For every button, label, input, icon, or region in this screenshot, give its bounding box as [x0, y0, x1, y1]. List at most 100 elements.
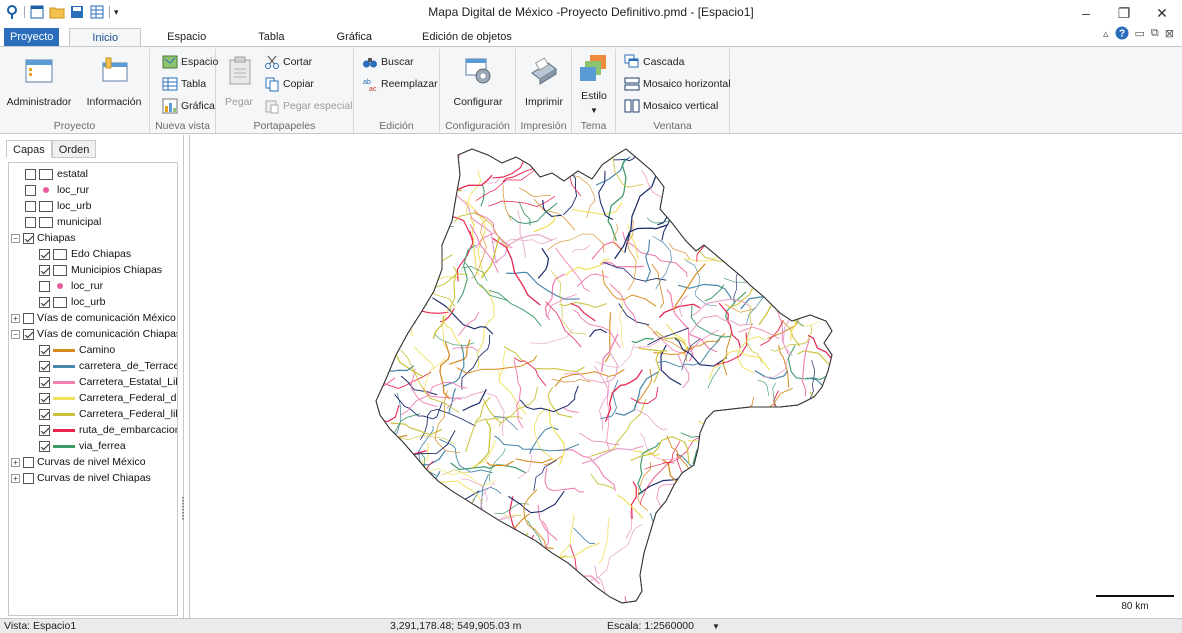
cascada-button[interactable]: Cascada: [624, 53, 684, 71]
road-segment: [819, 181, 832, 209]
road-segment: [432, 496, 450, 532]
expand-icon[interactable]: +: [11, 473, 20, 483]
status-scale[interactable]: Escala: 1:2560000: [607, 620, 694, 632]
layer-row[interactable]: loc_rur: [25, 182, 89, 198]
tab-tabla[interactable]: Tabla: [232, 28, 310, 46]
pegar-especial-button[interactable]: Pegar especial: [264, 97, 352, 115]
cortar-button[interactable]: Cortar: [264, 53, 312, 71]
layer-checkbox[interactable]: [25, 184, 36, 196]
road-segment: [742, 410, 764, 455]
road-segment: [440, 503, 461, 542]
configurar-button[interactable]: Configurar: [446, 55, 510, 108]
layer-checkbox[interactable]: [23, 328, 34, 340]
layer-row[interactable]: via_ferrea: [39, 438, 126, 454]
buscar-button[interactable]: Buscar: [362, 53, 414, 71]
layer-row[interactable]: municipal: [25, 214, 101, 230]
layer-row[interactable]: Carretera_Federal_libre: [39, 406, 177, 422]
layer-checkbox[interactable]: [39, 392, 50, 404]
layer-row[interactable]: loc_urb: [25, 198, 91, 214]
layer-checkbox[interactable]: [39, 296, 50, 308]
mosaico-vertical-button[interactable]: Mosaico vertical: [624, 97, 718, 115]
layer-checkbox[interactable]: [25, 216, 36, 228]
road-segment: [712, 527, 732, 583]
estilo-button[interactable]: Estilo ▼: [576, 53, 612, 115]
tab-espacio[interactable]: Espacio: [141, 28, 232, 46]
expand-icon[interactable]: +: [11, 457, 20, 467]
layer-checkbox[interactable]: [39, 424, 50, 436]
layer-checkbox[interactable]: [39, 440, 50, 452]
layer-row[interactable]: ruta_de_embarcacion-a: [39, 422, 177, 438]
tab-proyecto[interactable]: Proyecto: [4, 28, 60, 46]
layer-row[interactable]: − Chiapas: [11, 230, 76, 246]
nueva-vista-tabla-button[interactable]: Tabla: [162, 75, 206, 93]
polygon-symbol-icon: [53, 296, 67, 308]
tab-inicio[interactable]: Inicio: [69, 28, 142, 46]
tab-grafica[interactable]: Gráfica: [311, 28, 398, 46]
layer-checkbox[interactable]: [39, 376, 50, 388]
imprimir-button[interactable]: Imprimir: [518, 55, 570, 108]
nueva-vista-espacio-button[interactable]: Espacio: [162, 53, 218, 71]
splitter-handle[interactable]: [182, 497, 184, 521]
layer-row[interactable]: loc_rur: [39, 278, 103, 294]
layer-label: Edo Chiapas: [71, 248, 132, 260]
map-view[interactable]: 80 km: [189, 135, 1182, 618]
administrador-button[interactable]: Administrador: [6, 55, 72, 108]
layer-row[interactable]: − Vías de comunicación Chiapas: [11, 326, 177, 342]
layer-checkbox[interactable]: [23, 312, 34, 324]
theme-icon: [580, 55, 606, 81]
collapse-icon[interactable]: −: [11, 329, 20, 339]
road-segment: [747, 406, 806, 429]
mosaico-horizontal-button[interactable]: Mosaico horizontal: [624, 75, 731, 93]
layer-row[interactable]: + Curvas de nivel Chiapas: [11, 470, 151, 486]
expand-icon[interactable]: +: [11, 313, 20, 323]
layer-row[interactable]: Camino: [39, 342, 115, 358]
layer-row[interactable]: carretera_de_Terraceria: [39, 358, 177, 374]
layer-row[interactable]: estatal: [25, 166, 88, 182]
road-segment: [813, 511, 832, 546]
layer-checkbox[interactable]: [39, 360, 50, 372]
paste-icon: [229, 56, 251, 85]
nueva-vista-grafica-button[interactable]: Gráfica: [162, 97, 215, 115]
restore-button[interactable]: ❐: [1110, 2, 1138, 24]
tab-capas[interactable]: Capas: [6, 140, 52, 158]
layer-checkbox[interactable]: [39, 264, 50, 276]
layer-checkbox[interactable]: [25, 200, 36, 212]
road-segment: [400, 578, 429, 603]
tab-edicion-de-objetos[interactable]: Edición de objetos: [398, 28, 536, 46]
layer-row[interactable]: Edo Chiapas: [39, 246, 131, 262]
scale-dropdown-icon[interactable]: ▼: [712, 622, 720, 631]
layer-checkbox[interactable]: [23, 472, 34, 484]
road-segment: [679, 179, 716, 186]
layer-checkbox[interactable]: [39, 408, 50, 420]
reemplazar-button[interactable]: ab ac Reemplazar: [362, 75, 438, 93]
layer-row[interactable]: loc_urb: [39, 294, 105, 310]
layer-checkbox[interactable]: [23, 456, 34, 468]
layer-checkbox[interactable]: [39, 280, 50, 292]
layer-checkbox[interactable]: [39, 248, 50, 260]
layer-row[interactable]: + Curvas de nivel México: [11, 454, 146, 470]
group-label-ventana: Ventana: [653, 120, 692, 132]
copiar-button[interactable]: Copiar: [264, 75, 314, 93]
layer-row[interactable]: + Vías de comunicación México: [11, 310, 176, 326]
point-symbol-icon: [39, 184, 53, 196]
minimize-button[interactable]: –: [1072, 2, 1100, 24]
road-segment: [390, 573, 461, 603]
tab-orden[interactable]: Orden: [51, 140, 97, 158]
road-segment: [407, 518, 435, 563]
layer-checkbox[interactable]: [39, 344, 50, 356]
chiapas-map[interactable]: [190, 135, 1182, 618]
layer-checkbox[interactable]: [23, 232, 34, 244]
road-segment: [760, 575, 820, 599]
informacion-button[interactable]: Información: [84, 55, 144, 108]
layer-label: Carretera_Estatal_Libre: [79, 376, 177, 388]
layer-checkbox[interactable]: [25, 168, 36, 180]
road-segment: [676, 220, 698, 228]
pegar-button[interactable]: Pegar: [224, 55, 254, 108]
layer-row[interactable]: Municipios Chiapas: [39, 262, 162, 278]
layer-label: Curvas de nivel México: [37, 456, 146, 468]
layer-row[interactable]: Carretera_Federal_de_C: [39, 390, 177, 406]
layer-row[interactable]: Carretera_Estatal_Libre: [39, 374, 177, 390]
road-segment: [418, 466, 429, 509]
collapse-icon[interactable]: −: [11, 233, 20, 243]
close-button[interactable]: ✕: [1148, 2, 1176, 24]
